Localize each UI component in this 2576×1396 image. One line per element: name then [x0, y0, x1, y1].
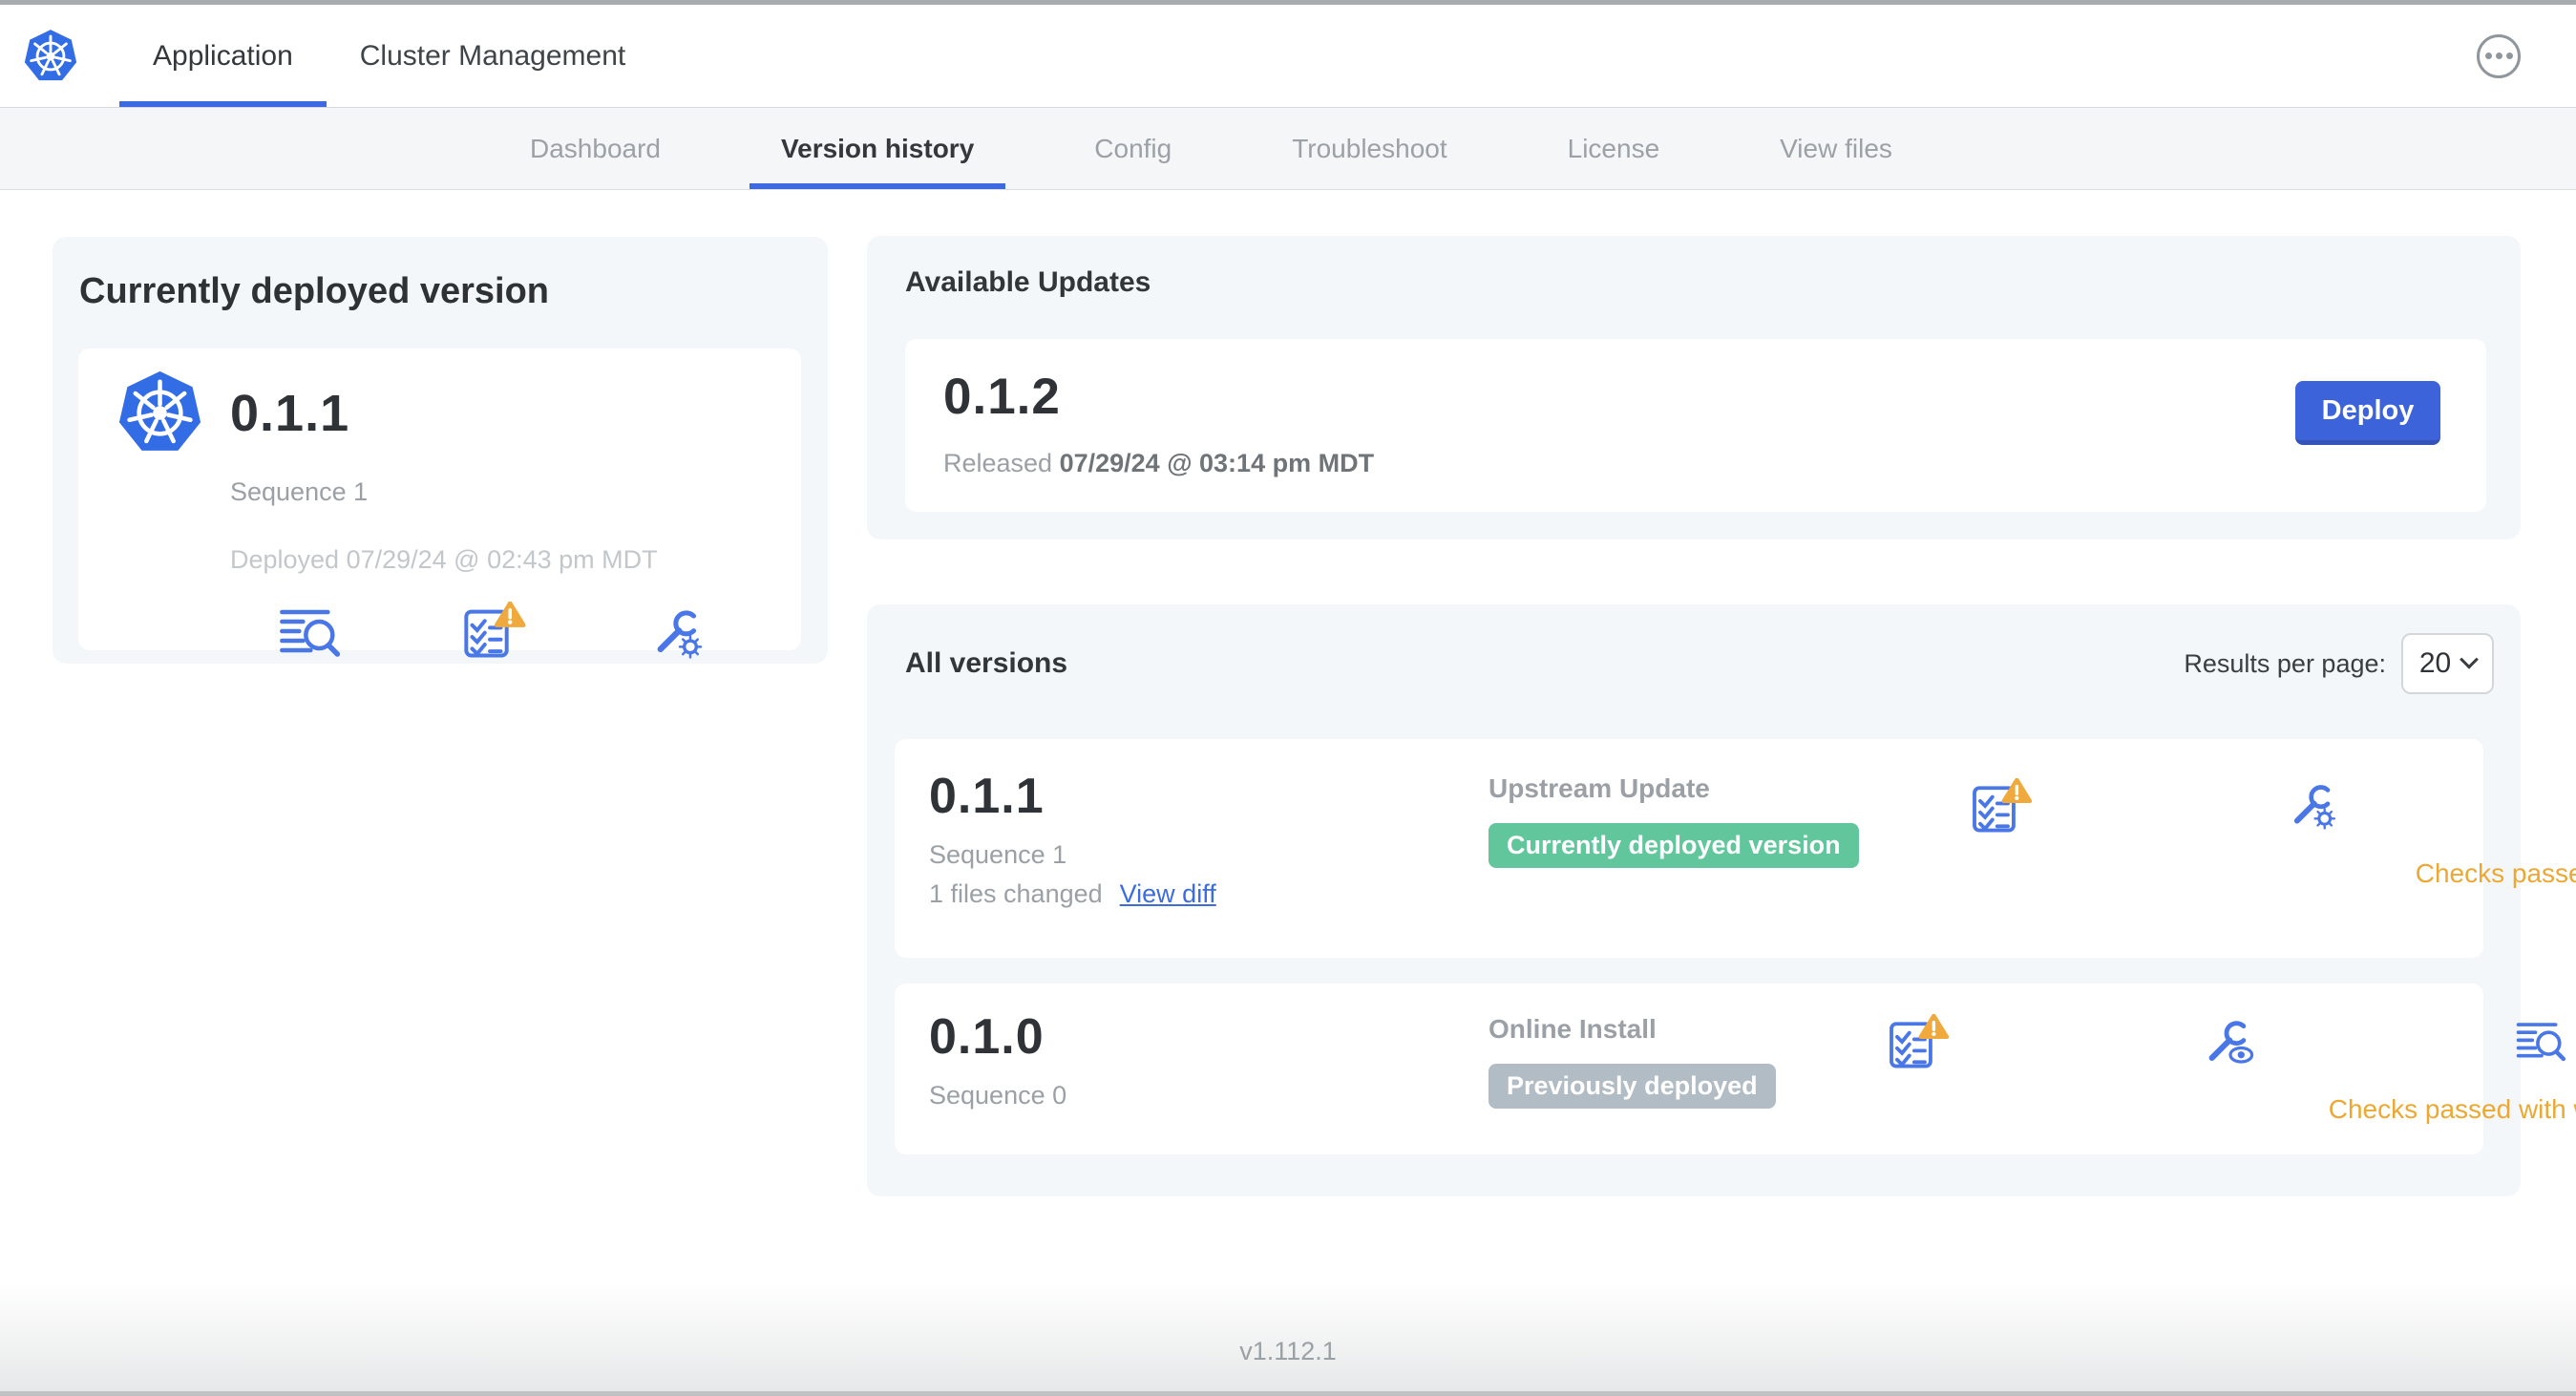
subnav-license-label: License [1567, 133, 1660, 163]
app-tabs: Application Cluster Management [119, 5, 659, 107]
status-badge: Previously deployed [1489, 1064, 1776, 1109]
kubernetes-logo [116, 370, 203, 456]
row-source: Online Install [1489, 1014, 1657, 1044]
subnav-view-files[interactable]: View files [1720, 108, 1953, 189]
deployed-version-actions [226, 602, 763, 659]
row-sequence: Sequence 0 [929, 1081, 1067, 1110]
preflight-checks-warning-icon[interactable] [411, 602, 580, 659]
available-updates-card: Available Updates 0.1.2 Released 07/29/2… [867, 236, 2521, 539]
tab-cluster-management[interactable]: Cluster Management [327, 5, 659, 107]
row-version-number: 0.1.1 [929, 769, 1045, 824]
subnav-version-history-label: Version history [780, 133, 975, 163]
chevron-down-icon [2460, 649, 2480, 669]
console-version: v1.112.1 [1239, 1337, 1337, 1365]
release-notes-icon[interactable] [2398, 1021, 2576, 1063]
subnav-dashboard[interactable]: Dashboard [470, 108, 721, 189]
page-footer: v1.112.1 [0, 1283, 2576, 1396]
view-diff-link[interactable]: View diff [1120, 879, 1216, 909]
row-source: Upstream Update [1489, 773, 1710, 803]
currently-deployed-card: Currently deployed version 0.1.1 Sequenc… [53, 237, 828, 664]
version-row-0-1-0: 0.1.0 Sequence 0 Online Install Previous… [895, 984, 2576, 1154]
row-sequence: Sequence 1 [929, 840, 1067, 869]
available-updates-title: Available Updates [905, 266, 1151, 298]
view-config-icon[interactable] [2087, 1018, 2374, 1066]
edit-config-icon[interactable] [2170, 782, 2457, 830]
subnav-license[interactable]: License [1508, 108, 1721, 189]
preflight-checks-warning-icon[interactable] [1776, 1014, 2062, 1069]
subnav-dashboard-label: Dashboard [530, 133, 661, 163]
kubernetes-logo [23, 29, 78, 84]
subnav-version-history[interactable]: Version history [721, 108, 1034, 189]
deployed-timestamp: Deployed 07/29/24 @ 02:43 pm MDT [230, 545, 658, 574]
ellipsis-dot [2484, 53, 2492, 59]
tab-application-label: Application [153, 39, 293, 72]
files-changed: 1 files changed [929, 879, 1103, 908]
subnav-troubleshoot-label: Troubleshoot [1292, 133, 1447, 163]
status-badge: Currently deployed version [1489, 823, 1859, 868]
results-per-page-select[interactable]: 20 [2401, 633, 2494, 694]
subnav-view-files-label: View files [1780, 133, 1892, 163]
release-notes-icon[interactable] [226, 607, 395, 659]
preflight-status-text: Checks passed with warnings [2415, 858, 2576, 888]
edit-config-icon[interactable] [594, 607, 763, 659]
update-version-number: 0.1.2 [943, 369, 1061, 425]
released-date: 07/29/24 @ 03:14 pm MDT [1059, 449, 1375, 477]
all-versions-title: All versions [905, 647, 1068, 679]
preflight-checks-warning-icon[interactable] [1859, 778, 2145, 834]
available-update-row: 0.1.2 Released 07/29/24 @ 03:14 pm MDT D… [905, 339, 2486, 512]
tab-application[interactable]: Application [119, 5, 327, 107]
release-notes-icon[interactable] [2481, 785, 2576, 827]
subnav-config[interactable]: Config [1034, 108, 1232, 189]
results-per-page-value: 20 [2418, 647, 2452, 679]
currently-deployed-inner: 0.1.1 Sequence 1 Deployed 07/29/24 @ 02:… [78, 349, 801, 650]
currently-deployed-title: Currently deployed version [79, 271, 550, 311]
ellipsis-dot [2505, 53, 2513, 59]
version-row-0-1-1: 0.1.1 Sequence 1 1 files changed View di… [895, 739, 2576, 958]
deployed-version-number: 0.1.1 [230, 384, 350, 442]
version-history-page: Application Cluster Management Dashboard… [0, 0, 2576, 1396]
ellipsis-icon[interactable] [2477, 33, 2521, 78]
subnav-config-label: Config [1094, 133, 1172, 163]
deploy-button[interactable]: Deploy [2295, 381, 2440, 445]
all-versions-card: All versions Results per page: 20 0.1.1 … [867, 604, 2576, 1196]
ellipsis-dot [2495, 53, 2502, 59]
results-per-page-label: Results per page: [2184, 648, 2386, 678]
subnav-troubleshoot[interactable]: Troubleshoot [1232, 108, 1507, 189]
row-version-number: 0.1.0 [929, 1009, 1045, 1065]
app-header: Application Cluster Management [0, 0, 2576, 108]
deployed-sequence: Sequence 1 [230, 477, 369, 506]
released-label: Released [943, 449, 1053, 477]
update-released-line: Released 07/29/24 @ 03:14 pm MDT [943, 449, 1374, 478]
tab-cluster-management-label: Cluster Management [359, 39, 626, 72]
preflight-status-text: Checks passed with warnings [2328, 1094, 2576, 1124]
subnav: Dashboard Version history Config Trouble… [0, 108, 2576, 190]
